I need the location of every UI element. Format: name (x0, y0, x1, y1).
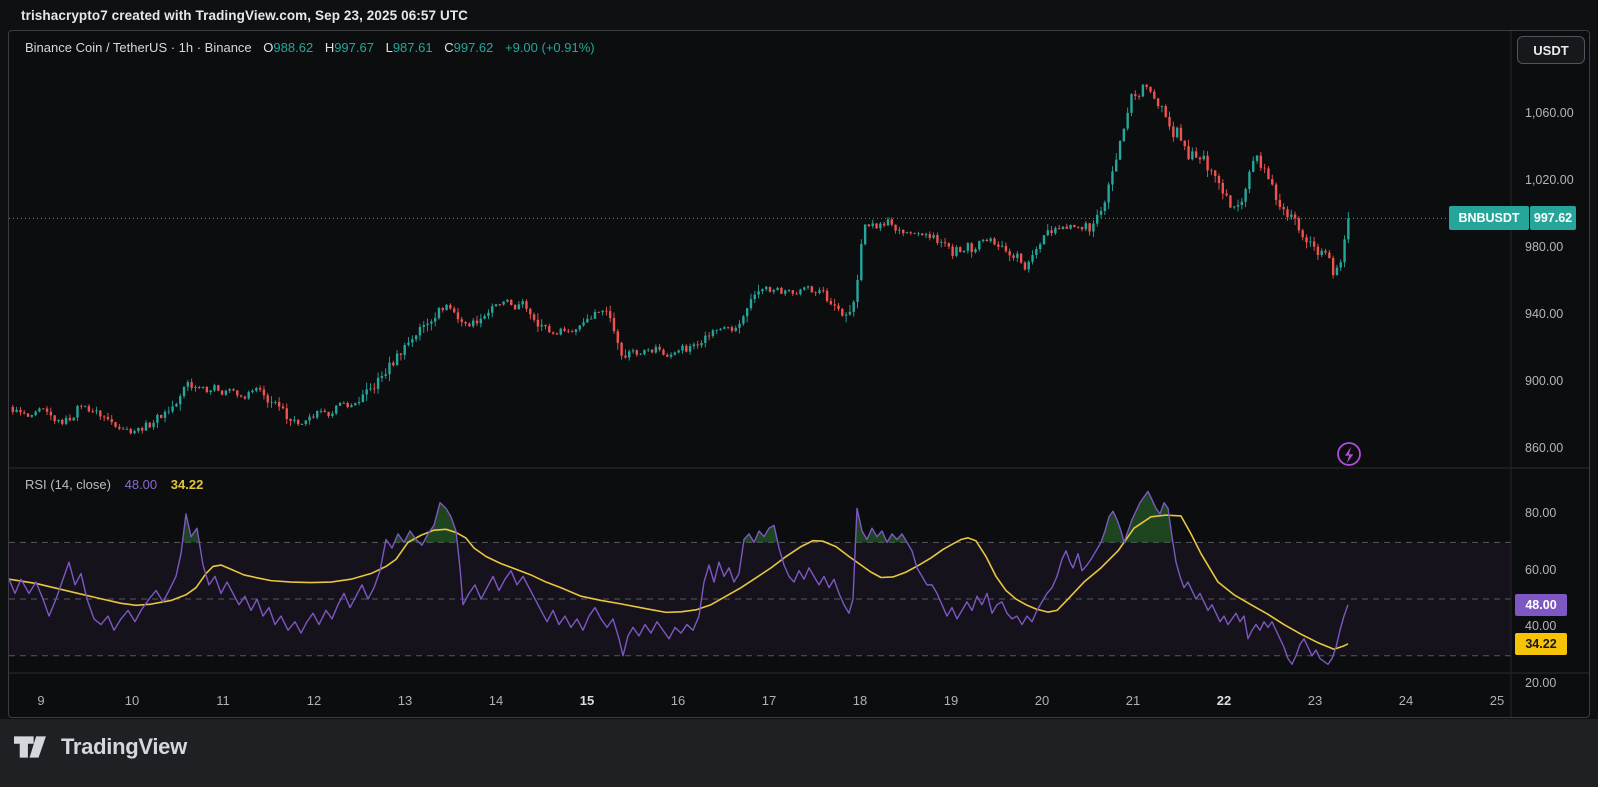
time-scale[interactable]: 9 10 11 12 13 14 15 16 17 18 19 20 21 22 23 24 25 (9, 673, 1511, 717)
high-label: H (324, 40, 335, 55)
close-label: C (444, 40, 454, 55)
tradingview-logo-text: TradingView (61, 734, 187, 759)
rsi-overbought-fill (182, 491, 1173, 543)
low-value: 987.61 (392, 40, 433, 55)
tradingview-logo[interactable]: TradingView (14, 734, 187, 760)
time-axis-label: 22 (1216, 693, 1232, 708)
time-axis-label: 14 (488, 693, 504, 708)
time-axis-label: 10 (124, 693, 140, 708)
open-value: 988.62 (273, 40, 314, 55)
time-axis-label: 12 (306, 693, 322, 708)
rsi-axis-tick: 20.00 (1525, 676, 1557, 691)
candle-wicks-down (12, 84, 1334, 435)
footer-bar: TradingView (0, 719, 1598, 787)
candle-bodies-down (11, 84, 1335, 434)
close-value: 997.62 (453, 40, 494, 55)
time-axis-label: 11 (216, 693, 230, 708)
candle-wicks-up (16, 84, 1349, 435)
rsi-axis-tick: 80.00 (1525, 506, 1557, 520)
time-axis-label: 23 (1307, 693, 1323, 708)
price-axis-tick: 860.00 (1525, 440, 1564, 455)
rsi-ma-value: 34.22 (170, 477, 204, 492)
rsi-axis-tick: 60.00 (1525, 562, 1557, 577)
time-axis-label: 9 (37, 693, 45, 708)
rsi-legend[interactable]: RSI (14, close) 48.00 34.22 (25, 477, 203, 492)
symbol-legend[interactable]: Binance Coin / TetherUS · 1h · Binance O… (25, 40, 595, 55)
time-axis-label: 20 (1034, 693, 1050, 708)
time-axis-label: 16 (670, 693, 686, 708)
time-axis-label: 15 (579, 693, 595, 708)
time-axis-label: 24 (1398, 693, 1414, 708)
open-label: O (263, 40, 274, 55)
last-price-badge: BNBUSDT 997.62 (1449, 206, 1576, 231)
price-axis-tick: 940.00 (1525, 306, 1564, 321)
change-value: +9.00 (+0.91%) (505, 40, 595, 55)
rsi-current-value: 48.00 (124, 477, 158, 492)
rsi-title[interactable]: RSI (14, close) (25, 477, 111, 492)
price-axis-tick: 900.00 (1525, 373, 1564, 388)
high-value: 997.67 (334, 40, 374, 55)
badge-price: 997.62 (1530, 206, 1576, 231)
price-axis-tick: 1,060.00 (1525, 106, 1574, 120)
symbol-title[interactable]: Binance Coin / TetherUS · 1h · Binance (25, 40, 252, 55)
chart-widget: Binance Coin / TetherUS · 1h · Binance O… (8, 30, 1590, 718)
lightning-icon (1345, 446, 1354, 464)
tradingview-logo-icon (14, 736, 46, 758)
flash-trade-button[interactable] (1337, 442, 1361, 466)
chart-canvas[interactable] (9, 31, 1589, 717)
time-axis-label: 13 (397, 693, 413, 708)
badge-symbol: BNBUSDT (1449, 206, 1529, 231)
price-axis-tick: 980.00 (1525, 239, 1564, 254)
currency-button[interactable]: USDT (1517, 36, 1585, 64)
low-label: L (385, 40, 393, 55)
page: trishacrypto7 created with TradingView.c… (0, 0, 1598, 787)
time-axis-label: 18 (852, 693, 868, 708)
price-axis-tick: 1,020.00 (1525, 172, 1574, 187)
time-axis-label: 21 (1125, 693, 1141, 708)
rsi-ma-value-badge: 34.22 (1515, 632, 1567, 655)
attribution-bar: trishacrypto7 created with TradingView.c… (21, 8, 469, 23)
time-axis-label: 17 (761, 693, 777, 708)
rsi-axis-tick: 40.00 (1525, 619, 1557, 634)
time-axis-label: 19 (943, 693, 959, 708)
candle-bodies-up (15, 84, 1350, 434)
rsi-value-badge: 48.00 (1515, 593, 1567, 616)
time-axis-label: 25 (1489, 693, 1505, 708)
